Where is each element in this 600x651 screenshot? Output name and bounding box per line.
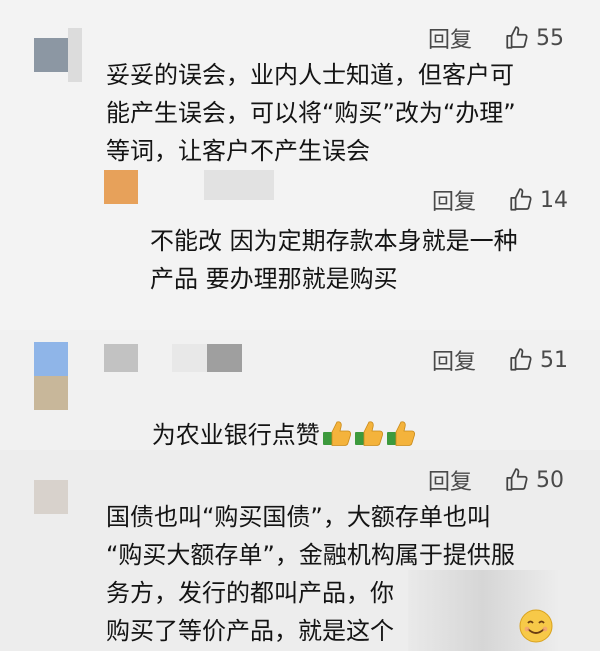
thumbs-up-icon <box>386 421 415 446</box>
like-icon[interactable] <box>504 25 530 51</box>
like-icon[interactable] <box>508 187 534 213</box>
comment-actions: 回复 50 <box>428 464 564 496</box>
reply-button[interactable]: 回复 <box>432 184 476 216</box>
like-icon[interactable] <box>504 467 530 493</box>
username-mosaic <box>104 344 138 372</box>
comment-text: 妥妥的误会，业内人士知道，但客户可 能产生误会，可以将“购买”改为“办理” 等词… <box>106 61 516 165</box>
like-count: 14 <box>540 187 569 213</box>
reply-button[interactable]: 回复 <box>428 464 472 496</box>
username-mosaic <box>68 28 82 82</box>
avatar[interactable] <box>34 38 68 72</box>
comment-actions: 回复 55 <box>428 22 564 54</box>
comment-thread: 回复 55 妥妥的误会，业内人士知道，但客户可 能产生误会，可以将“购买”改为“… <box>0 0 600 651</box>
thumbs-up-icon <box>354 421 383 446</box>
comment-actions: 回复 51 <box>432 344 568 376</box>
comment-item: 回复 51 为农业银行点赞 <box>0 330 600 450</box>
like-count: 50 <box>536 467 565 493</box>
reply-button[interactable]: 回复 <box>432 344 476 376</box>
thumbs-up-icon <box>322 421 351 446</box>
username-mosaic <box>204 170 274 200</box>
reply-comment-item: 回复 14 不能改 因为定期存款本身就是一种 产品 要办理那就是购买 <box>0 168 600 338</box>
username-mosaic <box>172 344 242 372</box>
avatar[interactable] <box>34 342 68 410</box>
avatar[interactable] <box>34 480 68 514</box>
comment-text: 不能改 因为定期存款本身就是一种 产品 要办理那就是购买 <box>150 227 518 293</box>
comment-item: 回复 55 妥妥的误会，业内人士知道，但客户可 能产生误会，可以将“购买”改为“… <box>0 0 600 182</box>
avatar[interactable] <box>104 170 138 204</box>
comment-actions: 回复 14 <box>432 184 568 216</box>
like-count: 55 <box>536 25 565 51</box>
comment-item: 回复 50 国债也叫“购买国债”，大额存单也叫 “购买大额存单”，金融机构属于提… <box>0 450 600 651</box>
like-count: 51 <box>540 347 569 373</box>
like-icon[interactable] <box>508 347 534 373</box>
comment-text-content: 为农业银行点赞 <box>151 421 320 449</box>
smiley-icon <box>519 609 553 643</box>
reply-button[interactable]: 回复 <box>428 22 472 54</box>
